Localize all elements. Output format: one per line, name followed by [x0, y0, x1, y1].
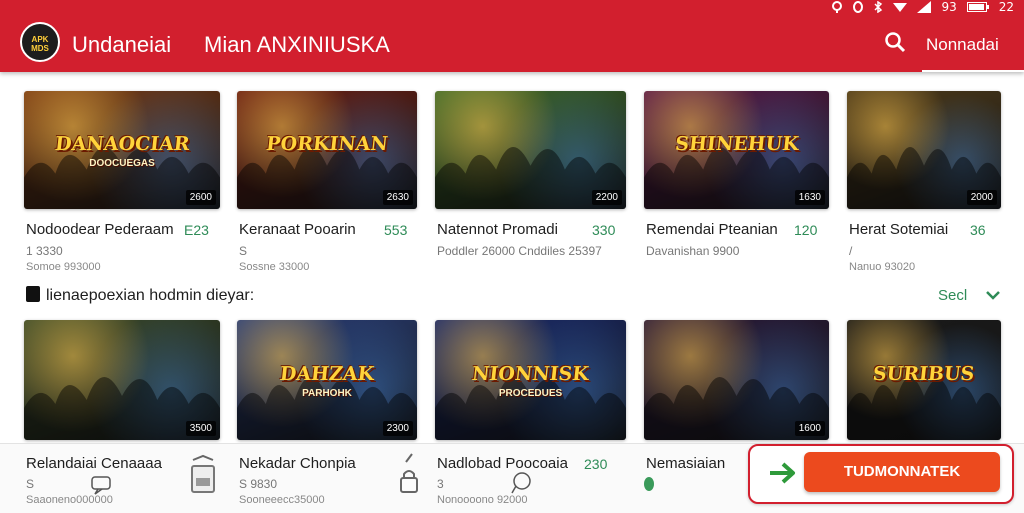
game-meta: S	[239, 244, 248, 258]
arrow-right-icon	[770, 462, 795, 484]
game-thumbnail[interactable]: DANAOCIAR DOOCUEGAS 2600	[24, 91, 220, 209]
battery-level: 93	[941, 0, 957, 14]
view-count-badge: 2630	[382, 190, 413, 205]
app-logo[interactable]: APK MDS	[20, 22, 60, 62]
game-price: 230	[584, 456, 608, 472]
status-time: 22	[998, 0, 1014, 14]
chevron-down-icon[interactable]	[984, 286, 1002, 304]
game-thumbnail[interactable]: DAHZAK PARHOHK 2300	[237, 320, 417, 440]
game-thumbnail[interactable]: SURIBUS	[847, 320, 1001, 440]
save-icon[interactable]	[189, 454, 217, 494]
game-name: Nadlobad Poocoaia	[437, 455, 568, 472]
signal-icon	[917, 1, 932, 13]
search-icon[interactable]	[884, 31, 906, 53]
chat-icon[interactable]	[88, 475, 114, 495]
artwork-title: SHINEHUK	[673, 133, 800, 156]
artwork-subtitle: DOOCUEGAS	[89, 158, 155, 170]
view-count-badge: 3500	[185, 421, 216, 436]
game-name: Keranaat Pooarin	[239, 221, 356, 238]
game-name: Remendai Pteanian	[646, 221, 778, 238]
account-tab[interactable]: Nonnadai	[926, 35, 999, 55]
game-name: Nemasiaian	[646, 455, 726, 472]
app-bar: 93 22 APK MDS Undaneiai Mian ANXINIUSKA …	[0, 0, 1024, 72]
comment-icon[interactable]	[508, 470, 534, 496]
game-name: Relandaiai Cenaaaa	[26, 455, 162, 472]
bluetooth-icon	[874, 1, 883, 13]
game-meta: S	[26, 477, 35, 491]
artwork-title: DANAOCIAR	[53, 133, 191, 156]
game-meta: /	[849, 244, 853, 258]
game-downloads: Nanuo 93020	[849, 261, 916, 273]
game-thumbnail[interactable]: SHINEHUK 1630	[644, 91, 829, 209]
active-tab-indicator	[922, 70, 1024, 72]
header-subtitle: Mian ANXINIUSKA	[204, 32, 390, 57]
artwork-title: PORKINAN	[265, 133, 389, 156]
alarm-icon	[853, 1, 864, 13]
game-downloads: Sossne 33000	[239, 261, 310, 273]
view-count-badge: 2200	[591, 190, 622, 205]
game-name: Natennot Promadi	[437, 221, 558, 238]
see-all-link[interactable]: Secl	[938, 287, 967, 304]
location-icon	[832, 1, 843, 13]
game-name: Herat Sotemiai	[849, 221, 949, 238]
view-count-badge: 1630	[794, 190, 825, 205]
wifi-icon	[893, 3, 908, 12]
game-thumbnail[interactable]: 2200	[435, 91, 626, 209]
lock-icon[interactable]	[398, 452, 420, 496]
game-thumbnail[interactable]: 2000	[847, 91, 1001, 209]
game-price: E23	[184, 222, 209, 238]
leaf-icon	[644, 477, 654, 491]
game-price: 120	[794, 222, 818, 238]
game-downloads: Sooneeecc35000	[239, 494, 325, 506]
artwork-subtitle: PROCEDUES	[498, 388, 563, 400]
game-price: 553	[384, 222, 408, 238]
game-thumbnail[interactable]: 3500	[24, 320, 220, 440]
game-name: Nekadar Chonpia	[239, 455, 356, 472]
header-title: Undaneiai	[72, 32, 172, 57]
game-downloads: Somoe 993000	[26, 261, 101, 273]
logo-text: APK MDS	[31, 35, 49, 53]
game-thumbnail[interactable]: PORKINAN 2630	[237, 91, 417, 209]
section-icon	[26, 286, 40, 302]
view-count-badge: 2600	[185, 190, 216, 205]
game-meta: Davanishan 9900	[646, 244, 740, 258]
artwork-title: DAHZAK	[278, 363, 376, 386]
game-name: Nodoodear Pederaam	[26, 221, 174, 238]
status-bar: 93 22	[831, 0, 1014, 14]
view-count-badge: 2000	[966, 190, 997, 205]
game-meta: S 9830	[239, 477, 278, 491]
artwork-title: SURIBUS	[872, 363, 976, 386]
game-downloads: Saaoneno000000	[26, 494, 113, 506]
section-label: lienaepoexian hodmin dieyar:	[46, 287, 255, 304]
battery-icon	[966, 2, 989, 12]
game-thumbnail[interactable]: 1600	[644, 320, 829, 440]
game-price: 36	[970, 222, 986, 238]
game-price: 330	[592, 222, 616, 238]
section-title: lienaepoexian hodmin dieyar:	[26, 286, 254, 305]
game-meta: Poddler 26000 Cnddiles 25397	[437, 244, 602, 258]
view-count-badge: 1600	[794, 421, 825, 436]
game-meta: 3	[437, 477, 444, 491]
install-button[interactable]: TUDMONNATEK	[804, 452, 1000, 492]
cta-panel: TUDMONNATEK	[748, 444, 1014, 504]
game-meta: 1 3330	[26, 244, 63, 258]
artwork-subtitle: PARHOHK	[302, 388, 352, 400]
view-count-badge: 2300	[382, 421, 413, 436]
artwork-title: NIONNISK	[471, 363, 590, 386]
game-thumbnail[interactable]: NIONNISK PROCEDUES	[435, 320, 626, 440]
